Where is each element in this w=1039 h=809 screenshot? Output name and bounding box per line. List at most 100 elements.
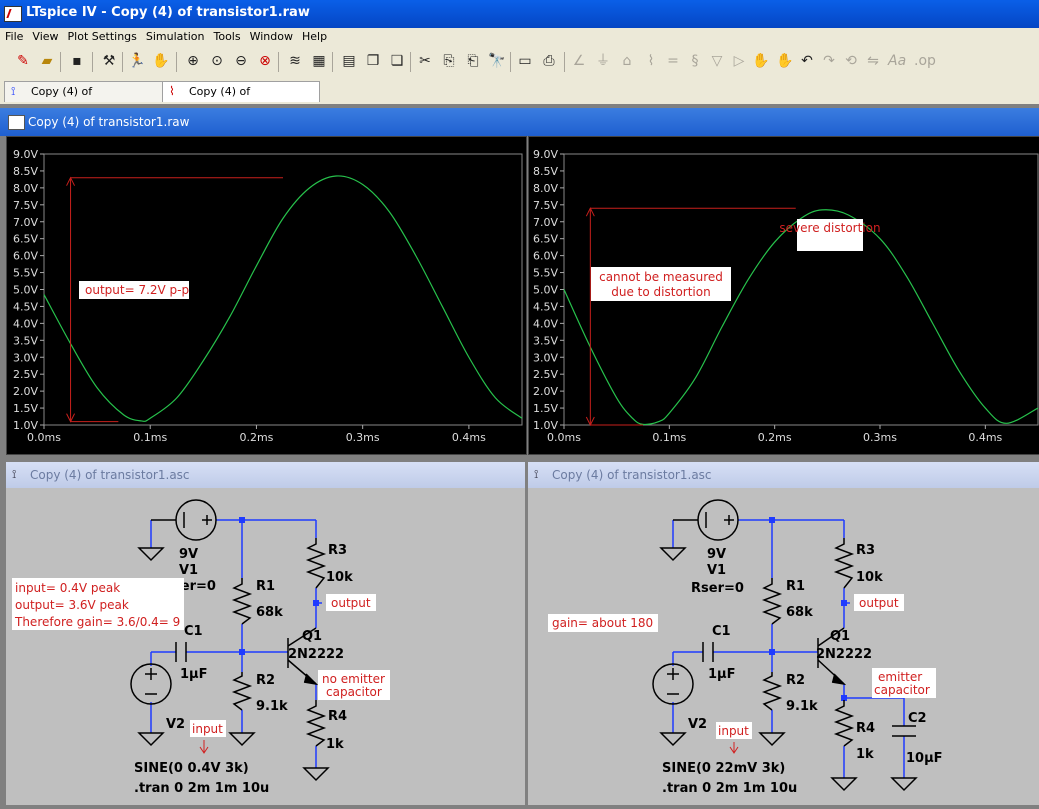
open-folder-icon[interactable]: ▰ <box>38 52 56 70</box>
svg-text:V2: V2 <box>166 717 185 732</box>
new-schematic-icon[interactable]: ✎ <box>14 52 32 70</box>
y-tick-label: 2.0V <box>13 385 38 398</box>
redo-icon[interactable]: ↷ <box>820 52 838 70</box>
zoom-cancel-icon[interactable]: ⊗ <box>256 52 274 70</box>
x-tick-label: 0.0ms <box>27 431 61 444</box>
svg-text:gain= about 180: gain= about 180 <box>552 616 653 630</box>
control-panel-icon[interactable]: ⚒ <box>100 52 118 70</box>
menu-simulation[interactable]: Simulation <box>141 28 209 43</box>
run-icon[interactable]: 🏃 <box>128 52 146 70</box>
schematic-window-title-bar-right: ⟟ Copy (4) of transistor1.asc <box>528 462 1039 488</box>
menu-help[interactable]: Help <box>297 28 331 43</box>
text-icon[interactable]: Aa <box>888 52 906 70</box>
title-bar: LTspice IV - Copy (4) of transistor1.raw <box>0 0 1039 28</box>
x-tick-label: 0.1ms <box>652 431 686 444</box>
x-tick-label: 0.4ms <box>452 431 486 444</box>
paste-icon[interactable]: ⎗ <box>464 52 482 70</box>
label-net-icon[interactable]: ⌂ <box>618 52 636 70</box>
svg-text:1k: 1k <box>326 737 344 752</box>
plot-pane-right[interactable]: 9.0V 8.5V 8.0V 7.5V 7.0V 6.5V 6.0V 5.5V 5.0V 4.5V… <box>528 136 1039 455</box>
y-tick-label: 8.0V <box>533 182 558 195</box>
svg-text:R4: R4 <box>328 709 347 724</box>
y-tick-label: 8.0V <box>13 182 38 195</box>
waveform-icon: ⌇ <box>169 84 175 98</box>
move-icon[interactable]: ✋ <box>752 52 770 70</box>
find-icon[interactable]: 🔭 <box>488 52 506 70</box>
schematic-canvas-right[interactable]: 9V V1 Rser=0 R1 68k R3 10k C1 1μF Q1 2N2… <box>528 488 1039 805</box>
y-tick-label: 7.0V <box>13 216 38 229</box>
y-tick-label: 1.5V <box>533 402 558 415</box>
svg-text:R2: R2 <box>256 673 275 688</box>
diode-icon[interactable]: ▽ <box>708 52 726 70</box>
spice-directive-icon[interactable]: .op <box>914 52 936 70</box>
save-icon[interactable]: ▪ <box>68 52 86 70</box>
schematic-icon: ⟟ <box>534 467 539 481</box>
plot-pane-left[interactable]: 9.0V 8.5V 8.0V 7.5V 7.0V 6.5V 6.0V 5.5V 5.0V 4.5V… <box>6 136 527 455</box>
svg-text:R3: R3 <box>328 543 347 558</box>
y-tick-label: 5.5V <box>13 267 38 280</box>
print-icon[interactable]: ⎙ <box>540 52 558 70</box>
x-tick-label: 0.3ms <box>863 431 897 444</box>
drag-icon[interactable]: ✋ <box>776 52 794 70</box>
copy-icon[interactable]: ⎘ <box>440 52 458 70</box>
tile-horizontal-icon[interactable]: ▤ <box>340 52 358 70</box>
svg-text:output: output <box>859 596 899 610</box>
rotate-icon[interactable]: ⟲ <box>842 52 860 70</box>
halt-icon[interactable]: ✋ <box>152 52 170 70</box>
svg-text:1k: 1k <box>856 747 874 762</box>
zoom-area-icon[interactable]: ⊙ <box>208 52 226 70</box>
x-tick-label: 0.3ms <box>346 431 380 444</box>
svg-text:output= 3.6V peak: output= 3.6V peak <box>15 598 129 612</box>
resistor-icon[interactable]: ⌇ <box>642 52 660 70</box>
inductor-icon[interactable]: § <box>686 52 704 70</box>
tile-icon[interactable]: ❏ <box>388 52 406 70</box>
x-tick-label: 0.2ms <box>239 431 273 444</box>
y-tick-label: 6.0V <box>13 250 38 263</box>
y-tick-label: 7.0V <box>533 216 558 229</box>
y-tick-label: 3.0V <box>13 351 38 364</box>
y-tick-label: 1.5V <box>13 402 38 415</box>
capacitor-icon[interactable]: = <box>664 52 682 70</box>
schematic-canvas-left[interactable]: 9V V1 Rser=0 R1 68k R3 10k C1 1μF Q1 2N2… <box>6 488 525 805</box>
mirror-icon[interactable]: ⇋ <box>864 52 882 70</box>
svg-text:R3: R3 <box>856 543 875 558</box>
svg-text:10k: 10k <box>326 570 353 585</box>
cascade-icon[interactable]: ❐ <box>364 52 382 70</box>
svg-text:capacitor: capacitor <box>874 683 930 697</box>
zoom-in-icon[interactable]: ⊕ <box>184 52 202 70</box>
svg-text:2N2222: 2N2222 <box>288 647 344 662</box>
tab-schematic[interactable]: ⟟ Copy (4) of transistor1.asc <box>4 81 164 118</box>
svg-text:V1: V1 <box>707 563 726 578</box>
component-icon[interactable]: ▷ <box>730 52 748 70</box>
ground-icon[interactable]: ⏚ <box>594 52 612 70</box>
document-tabs: ⟟ Copy (4) of transistor1.asc ⌇ Copy (4)… <box>0 78 1039 118</box>
print-preview-icon[interactable]: ▭ <box>516 52 534 70</box>
cut-icon[interactable]: ✂ <box>416 52 434 70</box>
undo-icon[interactable]: ↶ <box>798 52 816 70</box>
zoom-out-icon[interactable]: ⊖ <box>232 52 250 70</box>
svg-text:severe distortion: severe distortion <box>779 221 880 235</box>
menu-file[interactable]: File <box>0 28 27 43</box>
y-tick-label: 7.5V <box>533 199 558 212</box>
y-tick-label: 4.0V <box>533 317 558 330</box>
svg-text:1μF: 1μF <box>180 667 208 682</box>
svg-text:R1: R1 <box>256 579 275 594</box>
menu-view[interactable]: View <box>27 28 62 43</box>
menu-plot-settings[interactable]: Plot Settings <box>63 28 141 43</box>
y-tick-label: 9.0V <box>533 148 558 161</box>
ltspice-app-icon <box>4 6 22 22</box>
svg-text:C2: C2 <box>908 711 927 726</box>
svg-text:output: output <box>331 596 371 610</box>
autorange-icon[interactable]: ≋ <box>286 52 304 70</box>
grid-icon[interactable]: ▦ <box>310 52 328 70</box>
y-tick-label: 7.5V <box>13 199 38 212</box>
tab-waveform[interactable]: ⌇ Copy (4) of transistor1.raw <box>162 81 320 118</box>
svg-text:R4: R4 <box>856 721 875 736</box>
wire-icon[interactable]: ∠ <box>570 52 588 70</box>
menu-tools[interactable]: Tools <box>208 28 244 43</box>
window-title: LTspice IV - Copy (4) of transistor1.raw <box>26 5 310 20</box>
svg-text:Q1: Q1 <box>302 629 322 644</box>
menu-window[interactable]: Window <box>245 28 297 43</box>
svg-text:cannot be measured: cannot be measured <box>599 270 723 284</box>
svg-text:R2: R2 <box>786 673 805 688</box>
